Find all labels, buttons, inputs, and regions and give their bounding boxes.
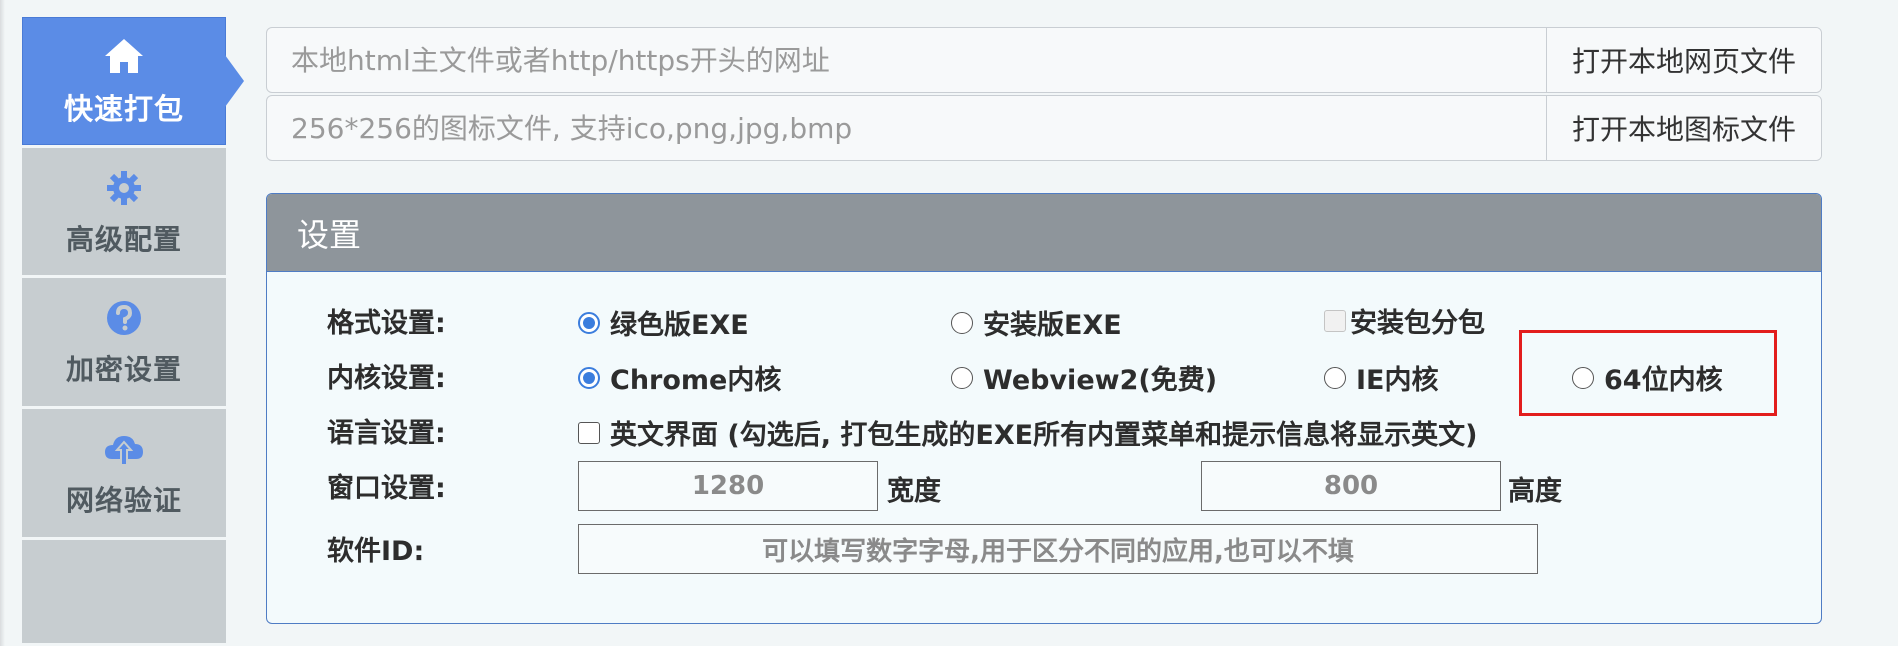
kernel-ie-radio[interactable]: IE内核 [1324, 358, 1439, 397]
english-ui-checkbox[interactable]: 英文界面 (勾选后, 打包生成的EXE所有内置菜单和提示信息将显示英文) [578, 413, 1477, 452]
format-label: 格式设置: [327, 308, 446, 339]
url-input[interactable] [267, 28, 1546, 92]
kernel-label: 内核设置: [327, 363, 446, 394]
open-local-page-button[interactable]: 打开本地网页文件 [1546, 28, 1821, 92]
language-label: 语言设置: [327, 418, 446, 449]
option-label: 安装包分包 [1350, 308, 1485, 339]
url-input-group: 打开本地网页文件 [266, 27, 1822, 93]
split-package-checkbox[interactable]: 安装包分包 [1324, 301, 1485, 340]
radio-icon [951, 311, 973, 334]
gear-icon [102, 166, 146, 210]
format-installer-exe-radio[interactable]: 安装版EXE [951, 303, 1122, 342]
sidebar-item-advanced-config[interactable]: 高级配置 [22, 147, 226, 276]
option-label: 安装版EXE [983, 310, 1122, 341]
checkbox-icon [578, 421, 600, 444]
radio-selected-icon [578, 366, 600, 389]
open-local-icon-button[interactable]: 打开本地图标文件 [1546, 96, 1821, 160]
window-label: 窗口设置: [327, 473, 446, 504]
option-label: 绿色版EXE [610, 310, 749, 341]
sidebar-item-quick-pack[interactable]: 快速打包 [22, 17, 244, 145]
radio-selected-icon [578, 311, 600, 334]
sidebar-item-label: 高级配置 [65, 222, 182, 256]
sidebar-item-label: 网络验证 [65, 483, 182, 517]
sidebar-item-more[interactable] [22, 539, 226, 644]
option-label: 64位内核 [1604, 365, 1723, 396]
option-label: Webview2(免费) [983, 365, 1218, 396]
icon-file-input[interactable] [267, 96, 1546, 160]
home-icon [102, 34, 146, 78]
option-label: 英文界面 (勾选后, 打包生成的EXE所有内置菜单和提示信息将显示英文) [610, 420, 1478, 451]
sidebar-item-encryption[interactable]: 加密设置 [22, 278, 226, 406]
option-label: IE内核 [1356, 365, 1439, 396]
window-height-input[interactable]: 800 [1201, 461, 1501, 511]
software-id-label: 软件ID: [327, 536, 425, 567]
sidebar-item-label: 加密设置 [65, 353, 182, 387]
question-icon [102, 296, 146, 340]
settings-panel: 设置 格式设置: 绿色版EXE 安装版EXE 安装包分包 内核设置: Chrom… [266, 193, 1822, 624]
sidebar-item-label: 快速打包 [63, 91, 184, 126]
window-width-input[interactable]: 1280 [578, 461, 878, 511]
software-id-input[interactable]: 可以填写数字字母,用于区分不同的应用,也可以不填 [578, 524, 1538, 574]
height-unit-label: 高度 [1508, 476, 1562, 507]
kernel-webview2-radio[interactable]: Webview2(免费) [951, 358, 1217, 397]
checkbox-icon [1324, 309, 1346, 332]
icon-input-group: 打开本地图标文件 [266, 95, 1822, 161]
sidebar: 快速打包 高级配置 加密设置 网络验证 [22, 17, 244, 646]
radio-icon [1324, 366, 1346, 389]
width-unit-label: 宽度 [887, 476, 941, 507]
radio-icon [951, 366, 973, 389]
option-label: Chrome内核 [610, 365, 782, 396]
sidebar-item-network-auth[interactable]: 网络验证 [22, 409, 226, 537]
settings-form: 格式设置: 绿色版EXE 安装版EXE 安装包分包 内核设置: Chrome内核… [267, 271, 1821, 623]
window-edge [0, 0, 5, 646]
kernel-chrome-radio[interactable]: Chrome内核 [578, 358, 781, 397]
cloud-upload-icon [102, 427, 146, 471]
radio-icon [1572, 366, 1594, 389]
settings-panel-title: 设置 [267, 194, 1821, 272]
kernel-64bit-radio[interactable]: 64位内核 [1572, 358, 1723, 397]
format-green-exe-radio[interactable]: 绿色版EXE [578, 303, 749, 342]
